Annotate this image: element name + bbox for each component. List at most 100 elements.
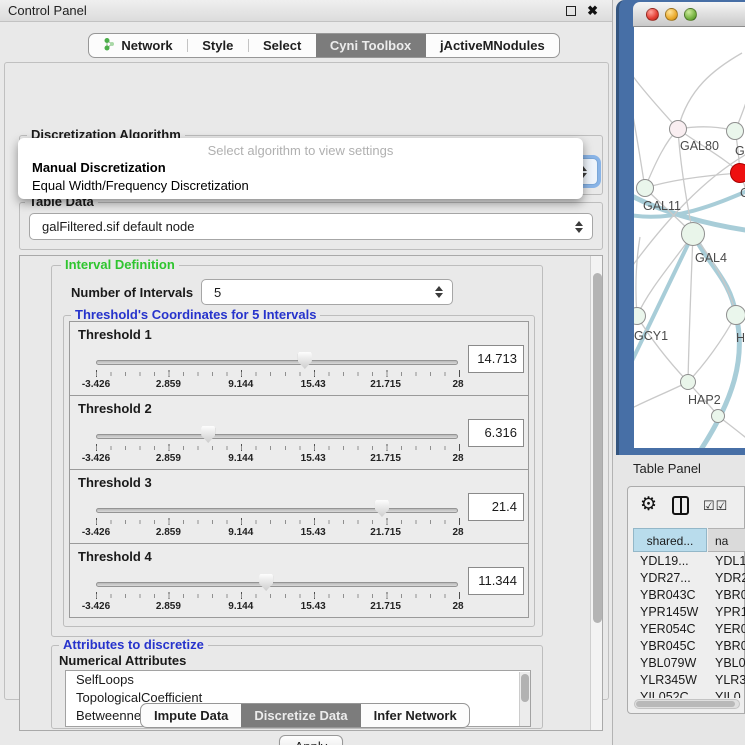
numerical-attributes-label: Numerical Attributes xyxy=(59,653,186,668)
screenshot-stage: Control Panel ✖ NetworkStyleSelect Cyni T… xyxy=(0,0,745,745)
scale-tick-label: -3.426 xyxy=(82,453,110,464)
close-traffic-light-icon[interactable] xyxy=(646,8,659,21)
table-row[interactable]: YDL19... YDL1 xyxy=(633,553,745,570)
tab-impute-data[interactable]: Impute Data xyxy=(141,704,241,727)
network-node[interactable] xyxy=(711,409,725,423)
table-row[interactable]: YBR043C YBR0 xyxy=(633,587,745,604)
tab-label: Infer Network xyxy=(374,708,457,723)
table-panel-title: Table Panel xyxy=(633,461,701,476)
threshold-slider-thumb[interactable] xyxy=(375,500,389,517)
table-row[interactable]: YBL079W YBL0 xyxy=(633,655,745,672)
tab-label: Cyni Toolbox xyxy=(330,38,411,53)
table-row[interactable]: YLR345W YLR3 xyxy=(633,672,745,689)
table-row[interactable]: YBR045C YBR0 xyxy=(633,638,745,655)
table-row[interactable]: YPR145W YPR1 xyxy=(633,604,745,621)
cell-shared-name: YPR145W xyxy=(633,604,707,621)
close-icon[interactable]: ✖ xyxy=(587,2,598,20)
cell-shared-name: YBR045C xyxy=(633,638,707,655)
network-node[interactable] xyxy=(681,222,705,246)
algorithm-option[interactable]: Manual Discretization xyxy=(18,159,583,177)
tab-select[interactable]: Select xyxy=(249,34,316,57)
network-node[interactable] xyxy=(680,374,696,390)
zoom-traffic-light-icon[interactable] xyxy=(684,8,697,21)
threshold-slider-track[interactable] xyxy=(96,434,458,439)
apply-button[interactable]: Apply xyxy=(279,735,343,745)
scale-tick-label: 9.144 xyxy=(228,379,253,390)
cell-name: YBL0 xyxy=(707,655,745,672)
threshold-value-field[interactable]: 11.344 xyxy=(468,567,524,595)
scale-tick-label: 15.43 xyxy=(301,601,326,612)
tab-jactivemnodules[interactable]: jActiveMNodules xyxy=(426,34,559,57)
network-node[interactable] xyxy=(726,305,745,325)
select-columns-icon[interactable]: ☑☑ xyxy=(703,498,728,514)
threshold-slider-thumb[interactable] xyxy=(201,426,215,443)
algorithm-option[interactable]: Equal Width/Frequency Discretization xyxy=(18,177,583,195)
tab-cyni-toolbox[interactable]: Cyni Toolbox xyxy=(316,34,426,57)
threshold-row: Threshold 1 -3.4262.8599.14415.4321.7152… xyxy=(69,321,529,396)
network-node[interactable] xyxy=(636,179,654,197)
tab-style[interactable]: Style xyxy=(188,34,248,57)
table-panel-window: ⚙ ☑☑ shared... na YDL19... YDL1 YDR27...… xyxy=(627,486,745,714)
scrollbar-thumb[interactable] xyxy=(636,701,735,707)
scrollbar-thumb[interactable] xyxy=(521,674,529,702)
scale-tick-label: -3.426 xyxy=(82,601,110,612)
slider-minor-ticks xyxy=(96,372,459,376)
control-panel-title: Control Panel xyxy=(8,0,87,22)
slider-scale-labels: -3.4262.8599.14415.4321.71528 xyxy=(96,601,458,613)
threshold-slider-track[interactable] xyxy=(96,360,458,365)
threshold-slider-thumb[interactable] xyxy=(298,352,312,369)
tab-infer-network[interactable]: Infer Network xyxy=(361,704,470,727)
cell-shared-name: YIL052C xyxy=(633,689,707,698)
attributes-scrollbar[interactable] xyxy=(519,672,530,727)
threshold-slider-thumb[interactable] xyxy=(259,574,273,591)
algorithm-popup-placeholder: Select algorithm to view settings xyxy=(18,142,583,159)
control-panel-tabbar: NetworkStyleSelect Cyni Toolbox jActiveMNo… xyxy=(88,33,560,58)
table-data-combobox[interactable]: galFiltered.sif default node xyxy=(29,213,593,240)
table-row[interactable]: YIL052C YIL0 xyxy=(633,689,745,698)
table-row[interactable]: YDR27... YDR2 xyxy=(633,570,745,587)
column-header-name[interactable]: na xyxy=(708,528,745,552)
combo-stepper-icon xyxy=(575,221,583,233)
threshold-value-field[interactable]: 14.713 xyxy=(468,345,524,373)
cell-name: YER0 xyxy=(707,621,745,638)
float-window-icon[interactable] xyxy=(566,6,576,16)
cyni-bottom-tabbar: Impute Data Discretize Data Infer Network xyxy=(140,703,470,728)
tab-label: Discretize Data xyxy=(254,708,347,723)
scale-tick-label: 28 xyxy=(452,601,463,612)
threshold-rows: Threshold 1 -3.4262.8599.14415.4321.7152… xyxy=(69,322,529,618)
network-canvas[interactable]: GAL80GACGAL11GAL4GCY1HHAP2 xyxy=(634,27,745,448)
tab-discretize-data[interactable]: Discretize Data xyxy=(241,704,360,727)
threshold-value-field[interactable]: 21.4 xyxy=(468,493,524,521)
threshold-row: Threshold 4 -3.4262.8599.14415.4321.7152… xyxy=(69,543,529,618)
scrollbar-thumb[interactable] xyxy=(593,273,602,623)
table-rows[interactable]: YDL19... YDL1 YDR27... YDR2 YBR043C YBR0… xyxy=(633,553,745,698)
network-node[interactable] xyxy=(669,120,687,138)
settings-vertical-scrollbar[interactable] xyxy=(590,256,602,730)
network-node-label: GA xyxy=(735,144,745,158)
cyni-toolbox-panel: Discretization Algorithm Select algorith… xyxy=(4,62,609,700)
network-node[interactable] xyxy=(726,122,744,140)
cell-shared-name: YBR043C xyxy=(633,587,707,604)
column-header-shared-name[interactable]: shared... xyxy=(633,528,707,552)
number-of-intervals-label: Number of Intervals xyxy=(71,285,193,300)
minimize-traffic-light-icon[interactable] xyxy=(665,8,678,21)
table-row[interactable]: YER054C YER0 xyxy=(633,621,745,638)
control-panel: Control Panel ✖ NetworkStyleSelect Cyni T… xyxy=(0,0,613,745)
attribute-item[interactable]: SelfLoops xyxy=(66,671,530,689)
tab-network[interactable]: Network xyxy=(89,34,187,57)
attributes-group-label: Attributes to discretize xyxy=(59,638,208,652)
gear-icon[interactable]: ⚙ xyxy=(640,493,657,517)
column-layout-icon[interactable] xyxy=(672,496,689,515)
table-horizontal-scrollbar[interactable] xyxy=(634,699,740,709)
scale-tick-label: 2.859 xyxy=(156,527,181,538)
network-node-label: HAP2 xyxy=(688,393,721,407)
cell-name: YDL1 xyxy=(707,553,745,570)
network-window-titlebar[interactable] xyxy=(633,2,745,27)
threshold-value-field[interactable]: 6.316 xyxy=(468,419,524,447)
threshold-slider-track[interactable] xyxy=(96,508,458,513)
number-of-intervals-combobox[interactable]: 5 xyxy=(201,279,453,305)
network-node[interactable] xyxy=(730,163,745,183)
control-panel-titlebar: Control Panel ✖ xyxy=(0,0,612,22)
scale-tick-label: 9.144 xyxy=(228,527,253,538)
threshold-slider-track[interactable] xyxy=(96,582,458,587)
